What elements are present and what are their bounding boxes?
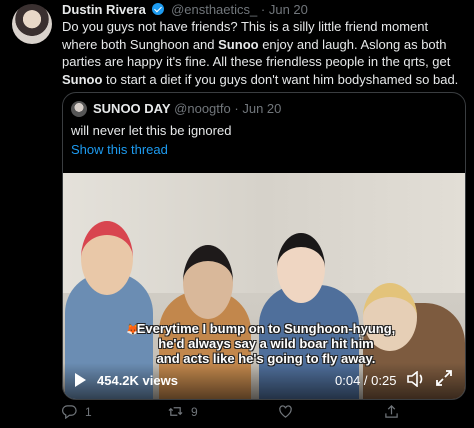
author-name[interactable]: Dustin Rivera	[62, 2, 146, 17]
subtitle-line: Everytime I bump on to Sunghoon-hyung,	[136, 321, 396, 336]
video-figure	[277, 233, 325, 303]
quote-author-avatar	[71, 101, 87, 117]
retweet-count: 9	[191, 404, 198, 419]
video-subtitles: Everytime I bump on to Sunghoon-hyung, h…	[101, 321, 431, 366]
expand-icon[interactable]	[435, 369, 453, 387]
video-time: 0:04 / 0:25	[335, 373, 397, 388]
share-button[interactable]	[384, 404, 407, 419]
expand-icon-glyph	[436, 370, 452, 386]
header-separator: ·	[260, 2, 266, 17]
view-count: 454.2K views	[97, 373, 178, 388]
volume-icon[interactable]	[407, 370, 425, 391]
tweet-header: Dustin Rivera @ensthaetics_ · Jun 20	[62, 2, 308, 18]
quoted-tweet[interactable]: SUNOO DAY @noogtfo · Jun 20 will never l…	[62, 92, 466, 400]
reply-count: 1	[85, 404, 92, 419]
volume-icon-glyph	[407, 370, 423, 388]
author-avatar[interactable]	[12, 4, 52, 44]
like-icon	[279, 405, 292, 418]
video-figure	[81, 221, 133, 295]
quote-header: SUNOO DAY @noogtfo · Jun 20	[93, 101, 281, 117]
reply-button[interactable]: 1	[62, 404, 92, 419]
tweet-text-highlight: Sunoo	[62, 71, 103, 87]
tweet-text-part: to start a diet if you guys don't want h…	[102, 71, 459, 87]
quote-author-name: SUNOO DAY	[93, 101, 171, 116]
tweet-text-highlight: Sunoo	[218, 36, 259, 52]
quote-separator: ·	[234, 101, 239, 116]
like-button[interactable]	[278, 404, 301, 419]
retweet-button[interactable]: 9	[168, 404, 198, 419]
retweet-icon	[168, 407, 183, 416]
tweet-text: Do you guys not have friends? This is a …	[62, 18, 467, 88]
video-figure	[183, 245, 233, 319]
tweet[interactable]: Dustin Rivera @ensthaetics_ · Jun 20 Do …	[0, 0, 474, 428]
tweet-date[interactable]: Jun 20	[269, 2, 308, 17]
author-handle[interactable]: @ensthaetics_	[171, 2, 257, 17]
quote-text: will never let this be ignored	[71, 123, 232, 138]
subtitle-line: he'd always say a wild boar hit him	[158, 336, 374, 351]
video-player[interactable]: 🦊 Everytime I bump on to Sunghoon-hyung,…	[63, 173, 465, 399]
quote-date: Jun 20	[242, 101, 282, 116]
share-icon	[385, 405, 398, 418]
reply-icon	[62, 405, 77, 419]
tweet-actions: 1 9	[62, 404, 462, 424]
quote-author-handle: @noogtfo	[174, 101, 231, 116]
video-controls: 454.2K views 0:04 / 0:25	[63, 363, 465, 399]
play-icon[interactable]	[75, 373, 86, 387]
verified-badge-icon	[152, 3, 165, 15]
show-thread-link[interactable]: Show this thread	[71, 142, 168, 157]
